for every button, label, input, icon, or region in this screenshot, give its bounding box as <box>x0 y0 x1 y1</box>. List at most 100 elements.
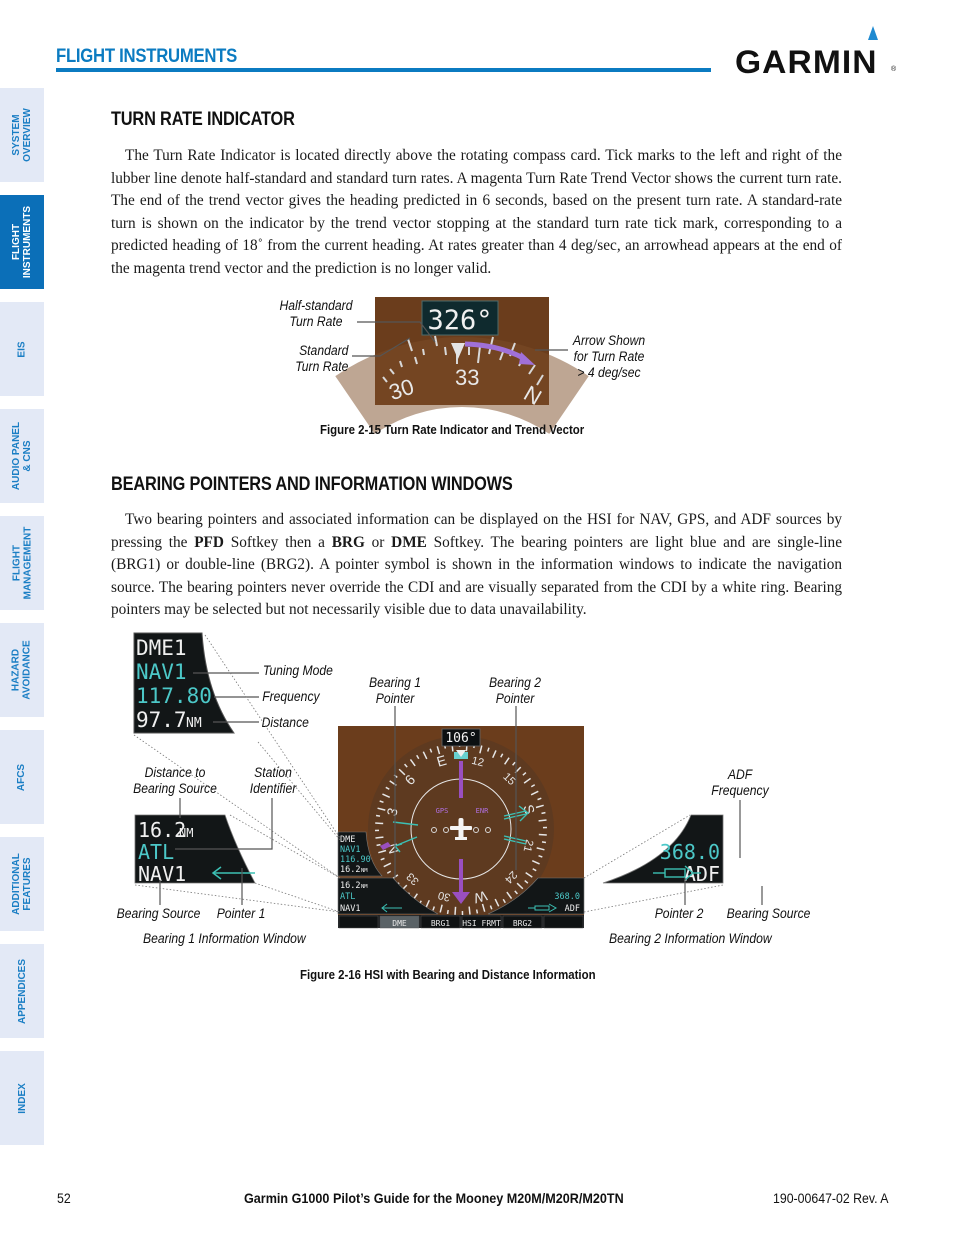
tab-label: HAZARD AVOIDANCE <box>11 640 34 700</box>
nav-source-label: GPS <box>436 807 449 815</box>
tab-system-overview[interactable]: SYSTEM OVERVIEW <box>0 88 44 182</box>
dme-window-inset: DME1 NAV1 117.80 97.7 NM <box>133 632 235 734</box>
tab-label: ADDITIONAL FEATURES <box>11 853 34 915</box>
bearing-1-information-window: 16.2 NM ATL NAV1 <box>134 814 256 886</box>
compass-tick <box>446 909 449 915</box>
brg1-ident: ATL <box>138 840 174 864</box>
brg2-source: ADF <box>684 862 720 886</box>
heading-readout: 326° <box>427 305 492 336</box>
tab-label: SYSTEM OVERVIEW <box>11 108 33 162</box>
bearing-2-information-window: 368.0 ADF <box>602 814 724 886</box>
softkey-blank[interactable] <box>338 915 379 929</box>
turn-rate-paragraph: The Turn Rate Indicator is located direc… <box>111 147 842 277</box>
dme-mode: DME1 <box>136 636 187 660</box>
brg-softkey-ref: BRG <box>331 533 365 551</box>
heading-bearing-pointers: BEARING POINTERS AND INFORMATION WINDOWS <box>111 474 513 495</box>
tab-afcs[interactable]: AFCS <box>0 730 44 824</box>
footer-title: Garmin G1000 Pilot’s Guide for the Moone… <box>244 1190 624 1206</box>
tab-appendices[interactable]: APPENDICES <box>0 944 44 1038</box>
document-number: 190-00647-02 Rev. A <box>773 1190 889 1206</box>
dme-frequency: 117.80 <box>136 684 212 708</box>
brg1-unit: NM <box>179 826 193 840</box>
tab-eis[interactable]: EIS <box>0 302 44 396</box>
brg1-source: NAV1 <box>138 862 186 886</box>
registered-mark: ® <box>891 66 897 73</box>
tab-label: AUDIO PANEL & CNS <box>11 421 33 491</box>
hsi-brg2-source: ADF <box>565 904 580 914</box>
compass-tick <box>475 909 479 914</box>
tab-additional-features[interactable]: ADDITIONAL FEATURES <box>0 837 44 931</box>
tab-label: EIS <box>16 340 28 358</box>
dme-softkey-ref: DME <box>391 533 427 551</box>
hsi-brg1-source: NAV1 <box>340 904 360 914</box>
callout-frequency: Frequency <box>262 689 320 704</box>
callout-bearing-source-left: Bearing Source <box>116 906 201 921</box>
tab-flight-instruments[interactable]: FLIGHT INSTRUMENTS <box>0 195 44 289</box>
compass-tick <box>538 833 547 836</box>
compass-tick <box>541 841 547 844</box>
callout-distance-to-source: Distance to Bearing Source <box>133 765 217 796</box>
softkey-label: HSI FRMT <box>462 919 501 928</box>
flight-phase-label: ENR <box>476 807 489 815</box>
header-rule <box>56 68 711 72</box>
tab-audio-panel-cns[interactable]: AUDIO PANEL & CNS <box>0 409 44 503</box>
compass-tick <box>375 836 384 839</box>
softkey-label: BRG1 <box>431 919 450 928</box>
callout-standard: Standard Turn Rate <box>295 343 349 374</box>
softkey-blank[interactable] <box>543 915 584 929</box>
hsi-dme-distance: 16.2 <box>340 865 360 875</box>
callout-pointer-2: Pointer 2 <box>654 906 704 921</box>
turn-rate-indicator-figure: 326° 30 33 N <box>335 297 589 435</box>
tab-hazard-avoidance[interactable]: HAZARD AVOIDANCE <box>0 623 44 717</box>
hsi-heading-readout: 106° <box>445 731 476 746</box>
softkey-label: DME <box>392 919 407 928</box>
garmin-triangle-icon <box>868 26 878 40</box>
callout-bearing-1-window: Bearing 1 Information Window <box>143 931 306 946</box>
tab-index[interactable]: INDEX <box>0 1051 44 1145</box>
callout-half-standard: Half-standard Turn Rate <box>279 298 353 329</box>
compass-tick <box>541 811 546 815</box>
compass-tick <box>375 822 384 825</box>
tab-label: APPENDICES <box>16 958 28 1024</box>
dme-distance-unit: NM <box>186 716 202 731</box>
hsi-brg2-frequency: 368.0 <box>554 892 580 902</box>
tab-flight-management[interactable]: FLIGHT MANAGEMENT <box>0 516 44 610</box>
pfd-softkey-ref: PFD <box>194 533 224 551</box>
card-label-33: 33 <box>455 365 479 390</box>
section-title: FLIGHT INSTRUMENTS <box>56 46 238 67</box>
page-number: 52 <box>57 1190 71 1206</box>
figure-2-16-caption: Figure 2-16 HSI with Bearing and Distanc… <box>300 967 596 982</box>
brg2-frequency: 368.0 <box>660 840 720 864</box>
compass-tick <box>376 843 381 847</box>
callout-bearing-source-right: Bearing Source <box>726 906 811 921</box>
compass-tick <box>454 906 457 915</box>
callout-adf-frequency: ADF Frequency <box>711 767 769 798</box>
callout-distance: Distance <box>261 715 309 730</box>
garmin-logo: GARMIN ® <box>735 26 900 80</box>
garmin-wordmark: GARMIN <box>735 44 878 80</box>
tab-label: INDEX <box>16 1082 28 1114</box>
compass-tick <box>375 814 381 817</box>
callout-arrow-shown: Arrow Shown for Turn Rate > 4 deg/sec <box>572 333 646 380</box>
compass-tick <box>468 906 471 915</box>
hsi-dme-unit: NM <box>361 868 368 874</box>
hsi-dme-mode: DME <box>340 835 355 845</box>
hsi-brg1-ident: ATL <box>340 892 355 902</box>
bearing-pointers-paragraph: Two bearing pointers and associated info… <box>111 511 842 619</box>
tab-label: FLIGHT INSTRUMENTS <box>11 205 34 279</box>
callout-bearing-2-window: Bearing 2 Information Window <box>609 931 772 946</box>
dme-source: NAV1 <box>136 660 187 684</box>
callout-bearing-1-pointer: Bearing 1 Pointer <box>368 675 422 706</box>
callout-station-identifier: Station Identifier <box>249 765 297 796</box>
callout-tuning-mode: Tuning Mode <box>262 663 333 678</box>
heading-turn-rate-indicator: TURN RATE INDICATOR <box>111 109 295 130</box>
hsi-dme-source: NAV1 <box>340 845 360 855</box>
hsi-dme-frequency: 116.90 <box>340 855 371 865</box>
compass-tick <box>538 819 547 822</box>
hsi-brg1-unit: NM <box>361 884 368 890</box>
callout-bearing-2-pointer: Bearing 2 Pointer <box>488 675 542 706</box>
softkey-label: BRG2 <box>513 919 532 928</box>
callout-pointer-1: Pointer 1 <box>216 906 266 921</box>
tab-label: AFCS <box>16 763 28 791</box>
dme-distance: 97.7 <box>136 708 187 732</box>
